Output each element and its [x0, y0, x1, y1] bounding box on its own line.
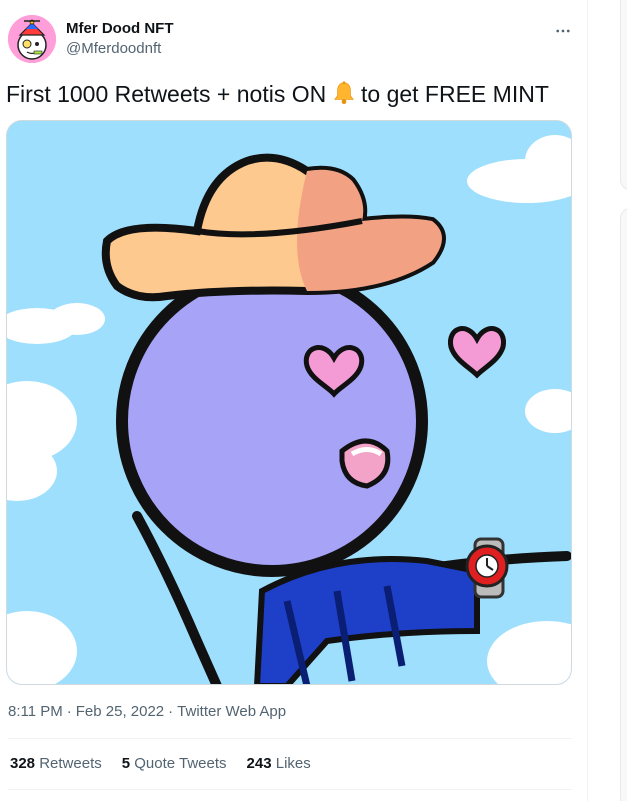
avatar[interactable]	[8, 15, 56, 63]
nft-artwork	[7, 121, 571, 684]
author-names: Mfer Dood NFT @Mferdoodnft	[66, 19, 173, 59]
sidebar-card	[620, 208, 627, 801]
divider	[8, 789, 572, 790]
meta-separator: ·	[168, 703, 174, 720]
tweet-header: Mfer Dood NFT @Mferdoodnft	[0, 12, 588, 66]
right-sidebar	[588, 0, 627, 801]
quote-tweets-stat[interactable]: 5 Quote Tweets	[122, 754, 227, 774]
engagement-stats: 328 Retweets 5 Quote Tweets 243 Likes	[10, 754, 311, 774]
tweet-text-before: First 1000 Retweets + notis ON	[6, 81, 333, 107]
tweet-media-image[interactable]	[6, 120, 572, 685]
tweet-source[interactable]: Twitter Web App	[177, 703, 286, 720]
retweets-label: Retweets	[39, 755, 102, 772]
quote-tweets-label: Quote Tweets	[134, 755, 227, 772]
sidebar-card	[620, 0, 627, 190]
meta-separator: ·	[66, 703, 72, 720]
retweets-stat[interactable]: 328 Retweets	[10, 754, 102, 774]
more-options-button[interactable]	[548, 16, 578, 46]
tweet-text-after: to get FREE MINT	[354, 81, 549, 107]
bell-icon	[333, 81, 354, 105]
likes-count: 243	[246, 755, 272, 772]
mouth-shape	[339, 438, 391, 489]
more-horizontal-icon	[556, 29, 570, 33]
retweets-count: 328	[10, 755, 36, 772]
quote-tweets-count: 5	[121, 755, 131, 772]
tweet-metadata: 8:11 PM · Feb 25, 2022 · Twitter Web App	[8, 702, 286, 722]
author-display-name[interactable]: Mfer Dood NFT	[66, 19, 173, 39]
author-handle[interactable]: @Mferdoodnft	[66, 39, 173, 59]
likes-stat[interactable]: 243 Likes	[247, 754, 311, 774]
avatar-image	[8, 15, 56, 63]
divider	[8, 738, 572, 739]
tweet-panel: Mfer Dood NFT @Mferdoodnft First 1000 Re…	[0, 0, 588, 801]
tweet-time[interactable]: 8:11 PM	[8, 703, 63, 720]
likes-label: Likes	[275, 755, 311, 772]
tweet-date[interactable]: Feb 25, 2022	[76, 703, 164, 720]
tweet-text: First 1000 Retweets + notis ON to get FR…	[6, 80, 549, 108]
